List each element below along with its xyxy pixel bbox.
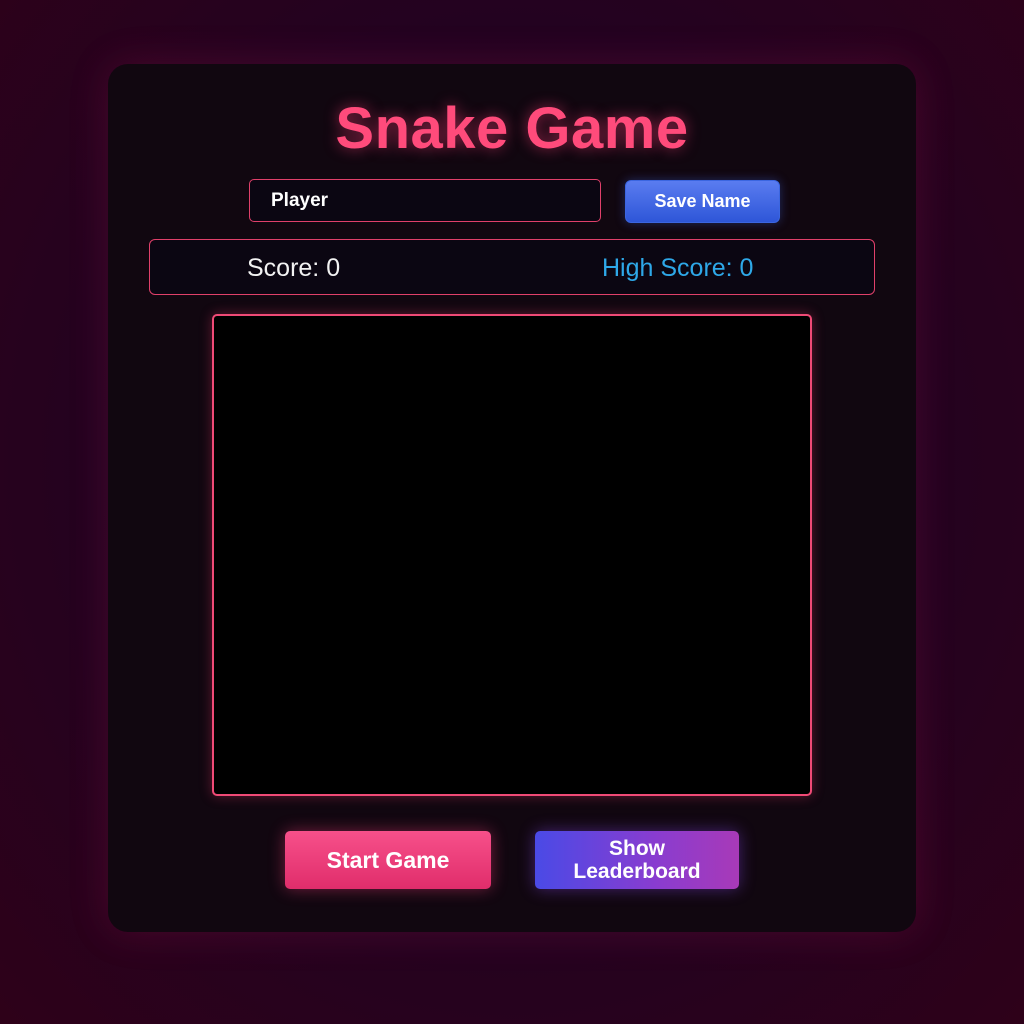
page-title: Snake Game bbox=[335, 96, 689, 161]
high-score-display: High Score: 0 bbox=[602, 254, 754, 282]
show-leaderboard-button[interactable]: Show Leaderboard bbox=[535, 831, 739, 889]
game-canvas[interactable] bbox=[212, 314, 812, 796]
save-name-button[interactable]: Save Name bbox=[625, 180, 780, 223]
start-game-button[interactable]: Start Game bbox=[285, 831, 491, 889]
score-display: Score: 0 bbox=[247, 254, 341, 282]
score-bar: Score: 0 High Score: 0 bbox=[149, 239, 875, 295]
player-name-input[interactable] bbox=[249, 179, 601, 222]
game-panel: Snake Game Save Name Score: 0 High Score… bbox=[108, 64, 916, 932]
